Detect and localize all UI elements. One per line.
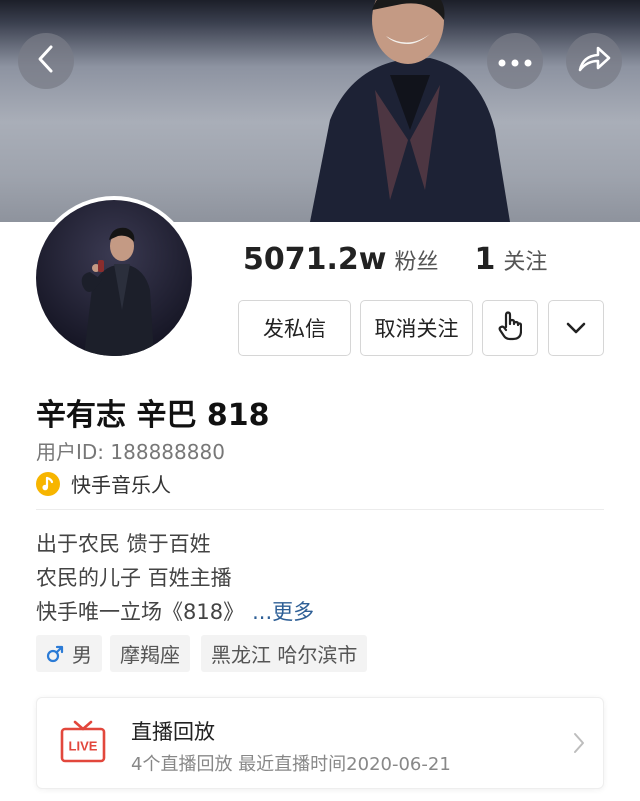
bio-line: 出于农民 馈于百姓 (36, 532, 211, 556)
following-count[interactable]: 1 (475, 242, 496, 277)
profile-name: 辛有志 辛巴 818 (36, 398, 270, 433)
bio-line-last: 快手唯一立场《818》 ...更多 (36, 596, 314, 626)
profile-cover (0, 0, 640, 222)
badge-label: 快手音乐人 (71, 473, 171, 497)
hand-tap-icon (498, 310, 523, 346)
music-note-icon (36, 471, 60, 496)
chevron-down-icon (565, 316, 587, 340)
male-symbol-icon (46, 645, 64, 663)
bio-line-text: 快手唯一立场《818》 (36, 600, 245, 624)
gender-tag: 男 (36, 635, 102, 672)
following-label[interactable]: 关注 (503, 250, 547, 275)
more-actions-dropdown[interactable] (548, 300, 604, 356)
bio-line: 农民的儿子 百姓主播 (36, 566, 232, 590)
avatar[interactable] (32, 196, 196, 360)
live-tv-icon: LIVE (59, 718, 107, 770)
zodiac-tag: 摩羯座 (110, 635, 190, 672)
gender-label: 男 (72, 643, 92, 667)
live-replay-title: 直播回放 (131, 720, 215, 744)
chevron-left-icon (35, 44, 57, 78)
cover-photo-figure (310, 0, 510, 222)
followers-label[interactable]: 粉丝 (394, 250, 438, 275)
ellipsis-icon (498, 52, 532, 71)
divider (36, 509, 604, 510)
avatar-photo (36, 200, 192, 356)
chevron-right-icon (573, 732, 585, 758)
share-button[interactable] (566, 33, 622, 89)
user-id[interactable]: 用户ID: 188888880 (36, 436, 225, 465)
live-replay-subtitle: 4个直播回放 最近直播时间2020-06-21 (131, 754, 451, 775)
followers-count[interactable]: 5071.2w (243, 242, 386, 277)
profile-stats: 5071.2w 粉丝 1 关注 (243, 242, 547, 282)
bio-more-link[interactable]: ...更多 (252, 600, 314, 624)
musician-badge[interactable]: 快手音乐人 (36, 469, 171, 498)
touch-button[interactable] (482, 300, 538, 356)
unfollow-button[interactable]: 取消关注 (360, 300, 473, 356)
live-replay-card[interactable]: LIVE 直播回放 4个直播回放 最近直播时间2020-06-21 (36, 697, 604, 789)
location-tag: 黑龙江 哈尔滨市 (201, 635, 368, 672)
svg-text:LIVE: LIVE (69, 739, 98, 754)
send-message-button[interactable]: 发私信 (238, 300, 351, 356)
back-button[interactable] (18, 33, 74, 89)
share-arrow-icon (577, 45, 611, 77)
more-options-button[interactable] (487, 33, 543, 89)
